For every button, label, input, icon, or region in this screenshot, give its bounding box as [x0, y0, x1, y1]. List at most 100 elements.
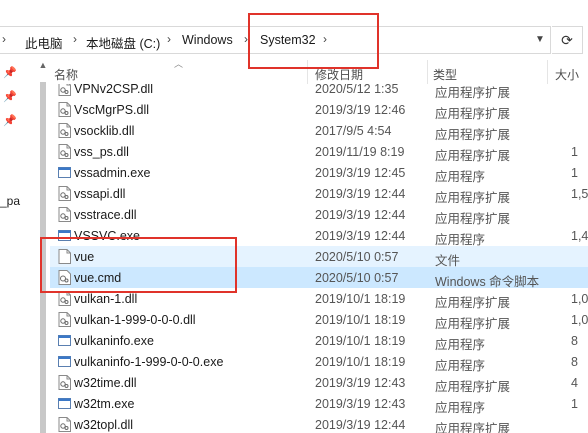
file-size: 1 [571, 166, 578, 180]
breadcrumb-windows[interactable]: Windows [182, 33, 233, 47]
chevron-down-icon[interactable]: ▼ [535, 34, 545, 45]
file-size: 8 [571, 355, 578, 369]
file-date-modified: 2019/3/19 12:44 [315, 187, 406, 201]
file-row[interactable]: vulkan-1-999-0-0-0.dll 2019/10/1 18:19 应用程… [50, 309, 588, 331]
file-name: VPNv2CSP.dll [74, 84, 153, 96]
file-size: 1,4 [571, 229, 588, 243]
column-date[interactable]: 修改日期 [315, 66, 363, 83]
file-row[interactable]: w32topl.dll 2019/3/19 12:44 应用程序扩展 [50, 414, 588, 433]
chevron-right-icon[interactable]: › [167, 32, 171, 46]
file-date-modified: 2019/10/1 18:19 [315, 313, 406, 327]
column-type[interactable]: 类型 [433, 66, 457, 83]
file-date-modified: 2019/3/19 12:44 [315, 418, 406, 432]
exe-file-icon [58, 354, 71, 369]
file-name: vulkaninfo-1-999-0-0-0.exe [74, 355, 224, 369]
breadcrumb-this-pc[interactable]: 此电脑 [25, 33, 63, 52]
dll-file-icon [58, 375, 71, 390]
file-type: 应用程序扩展 [435, 422, 511, 433]
file-date-modified: 2019/10/1 18:19 [315, 334, 406, 348]
column-divider[interactable] [307, 60, 308, 84]
column-divider[interactable] [427, 60, 428, 84]
dll-file-icon [58, 102, 71, 117]
nav-item-label[interactable]: _pa [0, 194, 20, 208]
file-row[interactable]: w32time.dll 2019/3/19 12:43 应用程序扩展 4 [50, 372, 588, 394]
breadcrumb[interactable]: › 此电脑 › 本地磁盘 (C:) › Windows › System32 ›… [0, 26, 551, 54]
file-size: 1,0 [571, 292, 588, 306]
file-date-modified: 2020/5/12 1:35 [315, 84, 399, 96]
file-row[interactable]: vulkaninfo.exe 2019/10/1 18:19 应用程序 8 [50, 330, 588, 352]
navigation-pane: 📌 📌 📌 _pa [0, 58, 35, 433]
exe-file-icon [58, 165, 71, 180]
file-row[interactable]: VSSVC.exe 2019/3/19 12:44 应用程序 1,4 [50, 225, 588, 247]
file-name: vssadmin.exe [74, 166, 151, 180]
file-list: VPNv2CSP.dll 2020/5/12 1:35 应用程序扩展 VscMgrPS… [50, 84, 588, 433]
file-name: vssapi.dll [74, 187, 126, 201]
pin-icon[interactable]: 📌 [3, 66, 17, 79]
refresh-icon[interactable]: ⟳ [552, 26, 583, 54]
file-name: w32topl.dll [74, 418, 134, 432]
file-date-modified: 2020/5/10 0:57 [315, 250, 399, 264]
file-name: VSSVC.exe [74, 229, 141, 243]
dll-file-icon [58, 312, 71, 327]
file-name: vss_ps.dll [74, 145, 129, 159]
file-row[interactable]: vulkaninfo-1-999-0-0-0.exe 2019/10/1 18:1… [50, 351, 588, 373]
file-date-modified: 2017/9/5 4:54 [315, 124, 392, 138]
file-row[interactable]: VscMgrPS.dll 2019/3/19 12:46 应用程序扩展 [50, 99, 588, 121]
file-name: vsstrace.dll [74, 208, 137, 222]
column-name[interactable]: 名称 [54, 66, 78, 83]
chevron-right-icon[interactable]: › [244, 32, 248, 46]
exe-file-icon [58, 333, 71, 348]
file-size: 1 [571, 397, 578, 411]
chevron-right-icon[interactable]: › [323, 32, 327, 46]
file-row[interactable]: vsstrace.dll 2019/3/19 12:44 应用程序扩展 [50, 204, 588, 226]
address-bar[interactable]: › 此电脑 › 本地磁盘 (C:) › Windows › System32 ›… [0, 26, 588, 54]
pin-icon[interactable]: 📌 [3, 114, 17, 127]
pin-icon[interactable]: 📌 [3, 90, 17, 103]
scroll-up-icon[interactable]: ▲ [36, 60, 50, 74]
dll-file-icon [58, 291, 71, 306]
chevron-right-icon: › [2, 32, 6, 46]
sort-ascending-icon: ︿ [174, 59, 184, 69]
file-row[interactable]: vulkan-1.dll 2019/10/1 18:19 应用程序扩展 1,0 [50, 288, 588, 310]
file-name: vue.cmd [74, 271, 122, 285]
file-date-modified: 2019/3/19 12:46 [315, 103, 406, 117]
file-date-modified: 2019/3/19 12:44 [315, 229, 406, 243]
file-row[interactable]: w32tm.exe 2019/3/19 12:43 应用程序 1 [50, 393, 588, 415]
exe-file-icon [58, 396, 71, 411]
file-name: vue [74, 250, 95, 264]
file-row[interactable]: vue.cmd 2020/5/10 0:57 Windows 命令脚本 [50, 267, 588, 289]
file-date-modified: 2020/5/10 0:57 [315, 271, 399, 285]
chevron-right-icon[interactable]: › [73, 32, 77, 46]
column-header: ︿ 名称 修改日期 类型 大小 [50, 59, 588, 84]
file-name: vsocklib.dll [74, 124, 135, 138]
file-name: w32time.dll [74, 376, 137, 390]
breadcrumb-system32[interactable]: System32 [260, 33, 316, 47]
file-row[interactable]: vssadmin.exe 2019/3/19 12:45 应用程序 1 [50, 162, 588, 184]
file-row[interactable]: vssapi.dll 2019/3/19 12:44 应用程序扩展 1,5 [50, 183, 588, 205]
file-date-modified: 2019/3/19 12:43 [315, 376, 406, 390]
column-divider[interactable] [547, 60, 548, 84]
file-date-modified: 2019/10/1 18:19 [315, 292, 406, 306]
file-name: vulkan-1.dll [74, 292, 138, 306]
breadcrumb-drive-c[interactable]: 本地磁盘 (C:) [86, 33, 160, 52]
dll-file-icon [58, 144, 71, 159]
cmd-file-icon [58, 270, 71, 285]
dll-file-icon [58, 207, 71, 222]
file-row[interactable]: vue 2020/5/10 0:57 文件 [50, 246, 588, 268]
file-size: 1,5 [571, 187, 588, 201]
dll-file-icon [58, 186, 71, 201]
file-row[interactable]: vss_ps.dll 2019/11/19 8:19 应用程序扩展 1 [50, 141, 588, 163]
dll-file-icon [58, 123, 71, 138]
exe-file-icon [58, 228, 71, 243]
scrollbar-thumb[interactable] [40, 82, 46, 433]
column-size[interactable]: 大小 [555, 66, 579, 83]
file-date-modified: 2019/11/19 8:19 [315, 145, 405, 159]
file-row[interactable]: vsocklib.dll 2017/9/5 4:54 应用程序扩展 [50, 120, 588, 142]
file-date-modified: 2019/3/19 12:43 [315, 397, 406, 411]
file-row[interactable]: VPNv2CSP.dll 2020/5/12 1:35 应用程序扩展 [50, 84, 588, 100]
blank-file-icon [58, 249, 71, 264]
file-date-modified: 2019/3/19 12:44 [315, 208, 406, 222]
file-date-modified: 2019/3/19 12:45 [315, 166, 406, 180]
file-size: 1 [571, 145, 578, 159]
file-name: vulkan-1-999-0-0-0.dll [74, 313, 196, 327]
